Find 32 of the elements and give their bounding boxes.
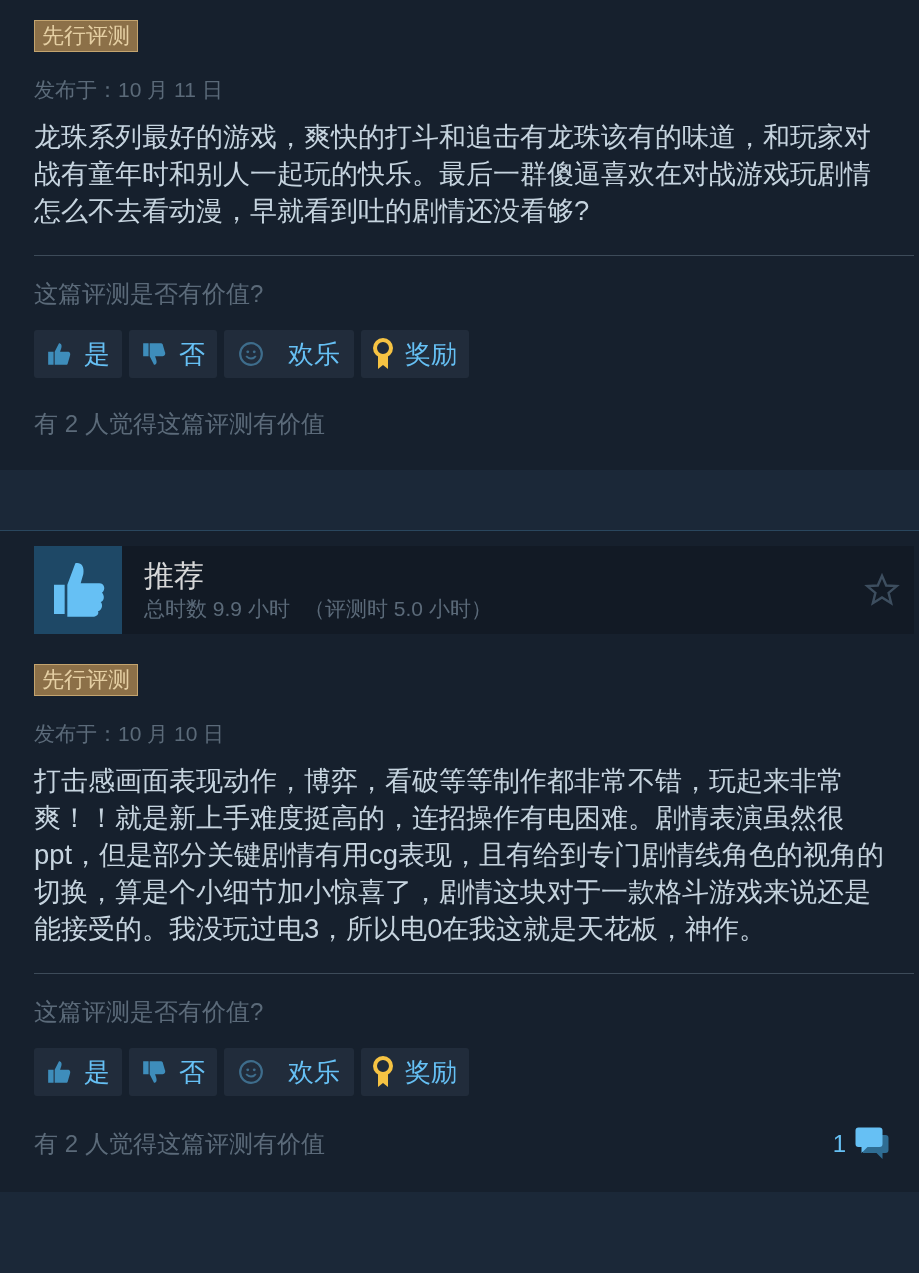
review-text: 打击感画面表现动作，博弈，看破等等制作都非常不错，玩起来非常爽！！就是新上手难度挺高的，连招操作有电困难。剧情表演虽然很ppt，但是部分关键剧情有用cg表现，且有给到专门剧情线角色的视角的切换，算是个小细节加小惊喜了，剧情这块对于一款格斗游戏来说还是能接受的。我没玩过电3，所以电0在我这就是天花板，神作。 [34, 764, 885, 946]
thumbs-down-icon [141, 341, 167, 367]
total-hours: 总时数 9.9 小时 [144, 596, 290, 622]
helpful-question: 这篇评测是否有价值? [34, 997, 265, 1027]
helpful-count: 有 2 人觉得这篇评测有价值 [34, 409, 325, 439]
posted-date: 发布于：10 月 11 日 [34, 77, 224, 103]
smiley-icon [238, 1059, 264, 1085]
helpful-count: 有 2 人觉得这篇评测有价值 [34, 1129, 325, 1159]
vote-button[interactable]: 奖励 [361, 1048, 469, 1096]
thumbs-down-icon [141, 1059, 167, 1085]
thumbs-up-icon [46, 341, 72, 367]
speech-bubbles-icon[interactable] [854, 1126, 890, 1162]
vote-button[interactable]: 欢乐 [224, 330, 354, 378]
vote-button[interactable]: 是 [34, 330, 122, 378]
helpful-question: 这篇评测是否有价值? [34, 279, 265, 309]
vote-button[interactable]: 否 [129, 1048, 217, 1096]
award-ribbon-icon [373, 1056, 393, 1088]
hours-at-review: （评测时 5.0 小时） [303, 596, 492, 622]
smiley-icon [238, 341, 264, 367]
early-access-badge: 先行评测 [34, 664, 138, 696]
posted-date: 发布于：10 月 10 日 [34, 721, 226, 747]
comment-count[interactable]: 1 [832, 1126, 846, 1162]
vote-button[interactable]: 欢乐 [224, 1048, 354, 1096]
vote-button[interactable]: 否 [129, 330, 217, 378]
vote-button[interactable]: 奖励 [361, 330, 469, 378]
review-text: 龙珠系列最好的游戏，爽快的打斗和追击有龙珠该有的味道，和玩家对战有童年时和别人一起玩的快乐。最后一群傻逼喜欢在对战游戏玩剧情怎么不去看动漫，早就看到吐的剧情还没看够? [34, 120, 872, 228]
star-icon[interactable] [864, 572, 900, 608]
vote-button[interactable]: 是 [34, 1048, 122, 1096]
recommendation-title: 推荐 [144, 558, 205, 594]
early-access-badge: 先行评测 [34, 20, 138, 52]
thumbs-up-icon [46, 1059, 72, 1085]
award-ribbon-icon [373, 338, 393, 370]
